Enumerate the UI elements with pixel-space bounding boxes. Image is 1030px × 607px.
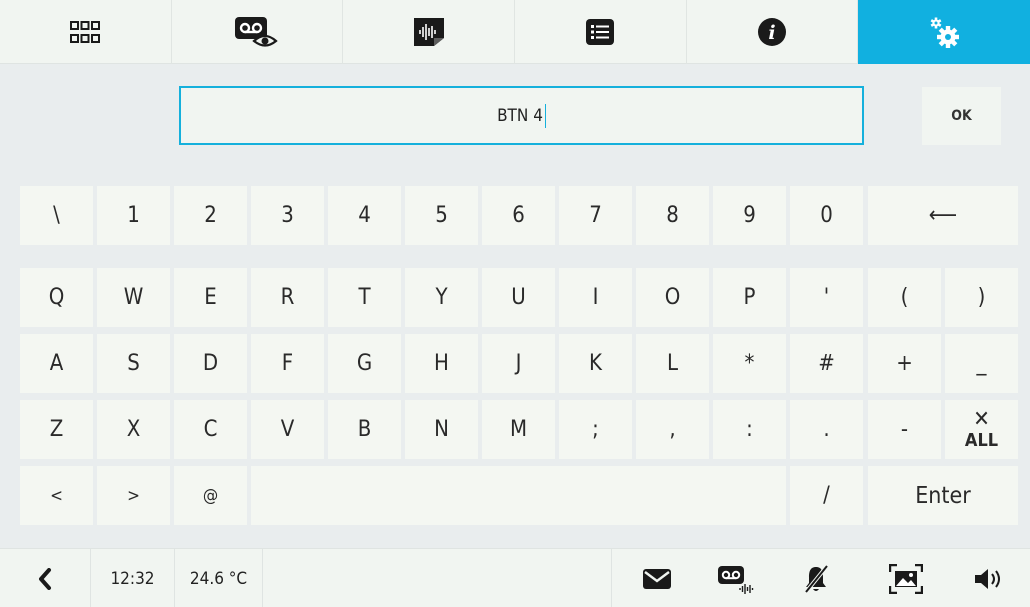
settings-gears-icon <box>930 17 960 48</box>
key[interactable]: @ <box>174 466 247 525</box>
key[interactable]: + <box>868 334 941 393</box>
key[interactable]: P <box>713 268 786 327</box>
bottom-status-bar: 12:32 24.6 °C <box>0 548 1030 607</box>
grid-icon <box>70 21 101 43</box>
key[interactable]: A <box>20 334 93 393</box>
clear-all-text: ALL <box>964 430 999 451</box>
voicemail-audio-icon <box>718 565 754 594</box>
key[interactable]: > <box>97 466 170 525</box>
backspace-key[interactable]: ⟵ <box>868 186 1018 245</box>
key[interactable]: B <box>328 400 401 459</box>
key[interactable]: ) <box>945 268 1018 327</box>
text-cursor <box>544 103 546 128</box>
key[interactable]: U <box>482 268 555 327</box>
info-icon: i <box>757 18 786 46</box>
mail-icon <box>643 568 671 589</box>
tab-settings[interactable] <box>858 0 1030 64</box>
key[interactable]: ; <box>559 400 632 459</box>
status-spacer <box>263 549 612 607</box>
key[interactable]: _ <box>945 334 1018 393</box>
tab-info[interactable]: i <box>687 0 859 64</box>
key[interactable]: J <box>482 334 555 393</box>
key[interactable]: N <box>405 400 478 459</box>
top-tab-bar: i <box>0 0 1030 64</box>
messages-button[interactable] <box>612 549 702 607</box>
key[interactable]: C <box>174 400 247 459</box>
key[interactable]: : <box>713 400 786 459</box>
enter-key[interactable]: Enter <box>868 466 1018 525</box>
key[interactable]: 6 <box>482 186 555 245</box>
key[interactable]: 9 <box>713 186 786 245</box>
space-key[interactable] <box>251 466 786 525</box>
key[interactable]: \ <box>20 186 93 245</box>
key[interactable]: 5 <box>405 186 478 245</box>
speaker-icon <box>975 568 1000 589</box>
key[interactable]: X <box>97 400 170 459</box>
mute-toggle[interactable] <box>770 549 862 607</box>
svg-text:i: i <box>768 22 775 44</box>
mute-bell-icon <box>804 564 829 593</box>
tab-list[interactable] <box>515 0 687 64</box>
key[interactable]: 0 <box>790 186 863 245</box>
text-entry-field[interactable]: BTN 4 <box>179 86 864 145</box>
key[interactable]: M <box>482 400 555 459</box>
temperature-readout: 24.6 °C <box>175 549 263 607</box>
text-entry-value: BTN 4 <box>497 105 543 126</box>
key[interactable]: I <box>559 268 632 327</box>
tab-apps[interactable] <box>0 0 172 64</box>
key[interactable]: 2 <box>174 186 247 245</box>
key[interactable]: * <box>713 334 786 393</box>
key[interactable]: O <box>636 268 709 327</box>
key[interactable]: , <box>636 400 709 459</box>
volume-button[interactable] <box>950 549 1030 607</box>
key[interactable]: # <box>790 334 863 393</box>
clock: 12:32 <box>91 549 175 607</box>
key[interactable]: R <box>251 268 324 327</box>
key[interactable]: S <box>97 334 170 393</box>
clear-all-label: ✕ ALL <box>965 409 998 450</box>
key[interactable]: . <box>790 400 863 459</box>
key[interactable]: H <box>405 334 478 393</box>
clear-all-key[interactable]: ✕ ALL <box>945 400 1018 459</box>
key[interactable]: 7 <box>559 186 632 245</box>
key[interactable]: 4 <box>328 186 401 245</box>
back-icon <box>39 567 51 590</box>
key[interactable]: E <box>174 268 247 327</box>
key[interactable]: ' <box>790 268 863 327</box>
key[interactable]: D <box>174 334 247 393</box>
voicemail-eye-icon <box>234 17 278 47</box>
key[interactable]: < <box>20 466 93 525</box>
key[interactable]: 8 <box>636 186 709 245</box>
picture-frame-icon <box>889 563 923 594</box>
gallery-button[interactable] <box>862 549 950 607</box>
key[interactable]: ( <box>868 268 941 327</box>
key[interactable]: - <box>868 400 941 459</box>
key[interactable]: W <box>97 268 170 327</box>
key[interactable]: G <box>328 334 401 393</box>
key[interactable]: Z <box>20 400 93 459</box>
key[interactable]: 3 <box>251 186 324 245</box>
audio-note-icon <box>413 18 444 46</box>
key[interactable]: K <box>559 334 632 393</box>
ok-button[interactable]: OK <box>922 87 1001 145</box>
key[interactable]: F <box>251 334 324 393</box>
key[interactable]: V <box>251 400 324 459</box>
key[interactable]: 1 <box>97 186 170 245</box>
key[interactable]: Y <box>405 268 478 327</box>
key[interactable]: Q <box>20 268 93 327</box>
voicemail-button[interactable] <box>702 549 770 607</box>
close-icon: ✕ <box>973 407 990 432</box>
back-button[interactable] <box>0 549 91 607</box>
tab-audio-memo[interactable] <box>343 0 515 64</box>
list-icon <box>586 19 615 45</box>
key[interactable]: T <box>328 268 401 327</box>
key[interactable]: L <box>636 334 709 393</box>
tab-video-memory[interactable] <box>172 0 344 64</box>
key[interactable]: / <box>790 466 863 525</box>
